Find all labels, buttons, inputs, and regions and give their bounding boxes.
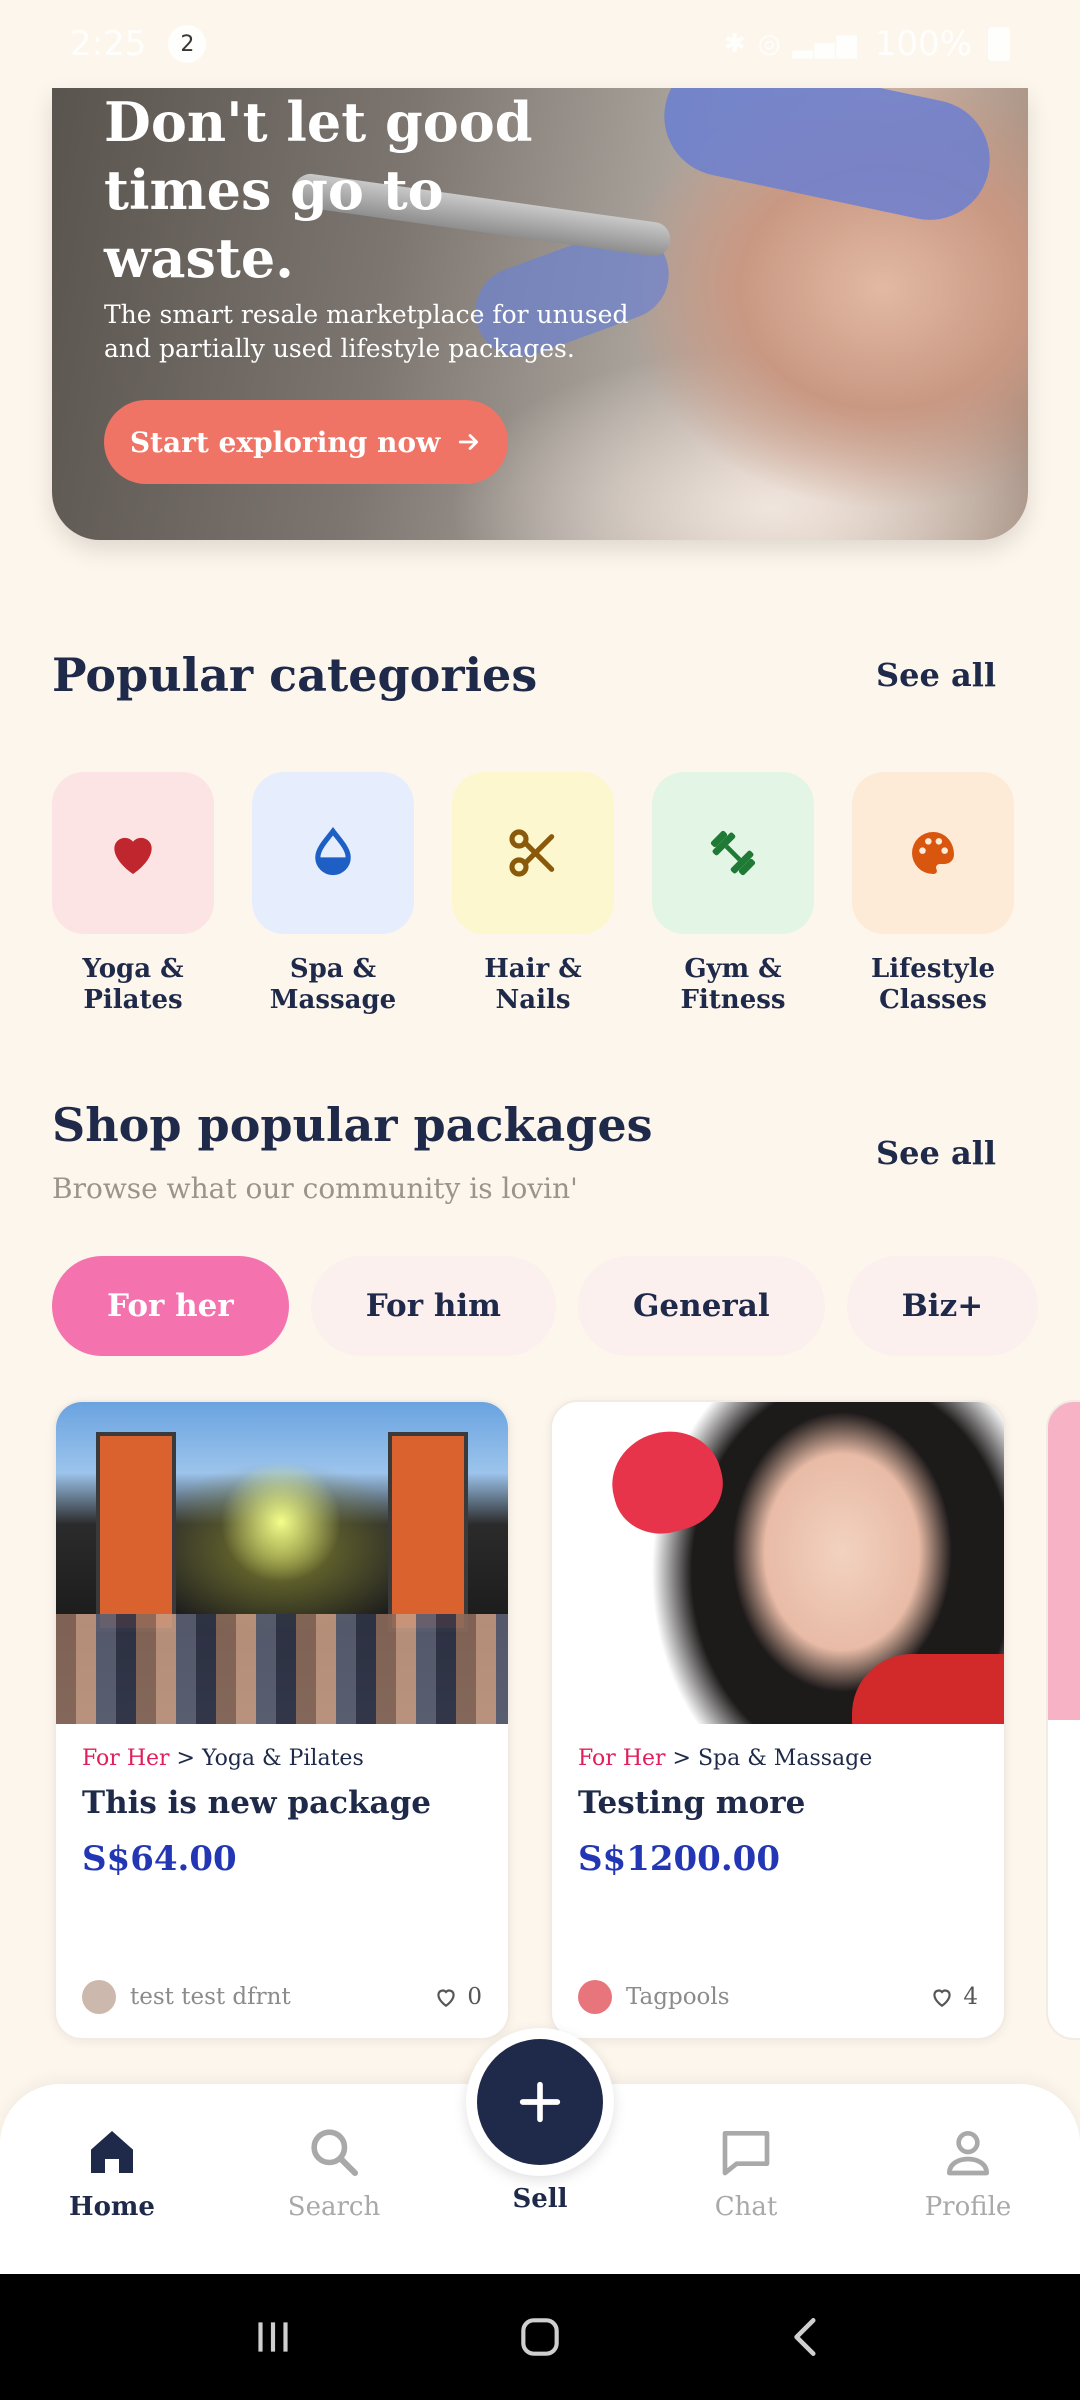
start-exploring-button[interactable]: Start exploring now bbox=[104, 400, 508, 484]
search-icon bbox=[311, 2129, 359, 2177]
category-tile[interactable] bbox=[652, 772, 814, 934]
red-dress bbox=[852, 1654, 1004, 1724]
nav-profile-label: Profile bbox=[924, 2192, 1012, 2222]
nav-home[interactable]: Home bbox=[32, 2124, 192, 2222]
hero-banner: Don't let good times go to waste. The sm… bbox=[52, 88, 1028, 540]
like-button[interactable]: 4 bbox=[929, 1984, 978, 2010]
start-exploring-label: Start exploring now bbox=[129, 425, 441, 459]
battery-icon bbox=[988, 27, 1010, 61]
hero-subtitle: The smart resale marketplace for unused … bbox=[104, 300, 629, 363]
back-icon[interactable] bbox=[782, 2312, 832, 2362]
category-label: Lifestyle Classes bbox=[870, 954, 996, 1015]
filter-tab-biz-plus[interactable]: Biz+ bbox=[846, 1256, 1039, 1356]
category-tile[interactable] bbox=[452, 772, 614, 934]
category-list: Yoga & Pilates Spa & Massage Hair & Nail… bbox=[52, 772, 1014, 1016]
palette-icon bbox=[912, 832, 954, 874]
package-category: For Her bbox=[82, 1746, 170, 1771]
nav-search-label: Search bbox=[287, 2192, 381, 2222]
seller-avatar bbox=[82, 1980, 116, 2014]
nav-profile[interactable]: Profile bbox=[888, 2124, 1048, 2222]
nav-search[interactable]: Search bbox=[254, 2124, 414, 2222]
categories-see-all-link[interactable]: See all bbox=[876, 656, 996, 694]
plus-icon bbox=[519, 2081, 561, 2123]
package-card[interactable]: For Her > Spa & Massage Testing more S$1… bbox=[550, 1400, 1006, 2040]
arrow-right-icon bbox=[459, 434, 479, 450]
sell-label: Sell bbox=[512, 2184, 568, 2214]
heart-sign bbox=[600, 1419, 734, 1545]
heart-outline-icon bbox=[437, 1989, 456, 2007]
category-tile[interactable] bbox=[52, 772, 214, 934]
sell-button[interactable] bbox=[466, 2028, 614, 2176]
nav-home-label: Home bbox=[69, 2192, 155, 2222]
package-image bbox=[56, 1402, 508, 1724]
home-icon bbox=[91, 2131, 133, 2173]
stage-tower bbox=[388, 1432, 468, 1632]
package-title: Testing more bbox=[578, 1785, 806, 1821]
status-bar: 2:25 2 ✱ ◎ ▂▄▆ 100% bbox=[0, 0, 1080, 88]
package-image bbox=[552, 1402, 1004, 1724]
package-filter-tabs: For her For him General Biz+ bbox=[52, 1256, 1039, 1356]
heart-outline-icon bbox=[933, 1989, 952, 2007]
stage-tower bbox=[96, 1432, 176, 1632]
category-lifestyle-classes[interactable]: Lifestyle Classes bbox=[852, 772, 1014, 1016]
like-count: 4 bbox=[963, 1984, 978, 2010]
category-gym-fitness[interactable]: Gym & Fitness bbox=[652, 772, 814, 1016]
crowd bbox=[56, 1614, 508, 1724]
water-drop-icon bbox=[315, 827, 351, 876]
chat-icon bbox=[722, 2131, 770, 2176]
category-hair-nails[interactable]: Hair & Nails bbox=[452, 772, 614, 1016]
profile-icon bbox=[947, 2131, 989, 2176]
like-count: 0 bbox=[467, 1984, 482, 2010]
notification-count-badge: 2 bbox=[168, 25, 207, 63]
scissors-icon bbox=[509, 829, 555, 877]
filter-tab-for-her[interactable]: For her bbox=[52, 1256, 289, 1356]
category-label: Hair & Nails bbox=[484, 954, 582, 1015]
packages-see-all-link[interactable]: See all bbox=[876, 1134, 996, 1172]
signal-icon: ✱ ◎ ▂▄▆ bbox=[723, 29, 859, 59]
package-category: For Her bbox=[578, 1746, 666, 1771]
package-subcategory: > Spa & Massage bbox=[665, 1746, 873, 1771]
package-price: S$1200.00 bbox=[578, 1839, 780, 1879]
popular-categories-title: Popular categories bbox=[52, 648, 538, 702]
seller-name: Tagpools bbox=[626, 1984, 730, 2010]
package-card[interactable]: For Her > Yoga & Pilates This is new pac… bbox=[54, 1400, 510, 2040]
category-label: Spa & Massage bbox=[269, 954, 397, 1015]
seller-avatar bbox=[578, 1980, 612, 2014]
dumbbell-icon bbox=[710, 830, 756, 876]
hero-image-glove bbox=[653, 88, 1001, 231]
system-navigation-bar bbox=[0, 2274, 1080, 2400]
filter-tab-for-him[interactable]: For him bbox=[310, 1256, 556, 1356]
popular-packages-subtitle: Browse what our community is lovin' bbox=[52, 1172, 578, 1205]
package-category-breadcrumb: For Her > Spa & Massage bbox=[578, 1746, 978, 1771]
category-tile[interactable] bbox=[852, 772, 1014, 934]
category-spa-massage[interactable]: Spa & Massage bbox=[252, 772, 414, 1016]
like-button[interactable]: 0 bbox=[433, 1984, 482, 2010]
status-time: 2:25 bbox=[70, 24, 147, 64]
popular-packages-title: Shop popular packages bbox=[52, 1098, 653, 1152]
package-category-breadcrumb: For Her > Yoga & Pilates bbox=[82, 1746, 482, 1771]
category-label: Gym & Fitness bbox=[680, 954, 786, 1015]
hero-title: Don't let good times go to waste. bbox=[104, 90, 533, 290]
recent-apps-icon[interactable] bbox=[248, 2312, 298, 2362]
category-yoga-pilates[interactable]: Yoga & Pilates bbox=[52, 772, 214, 1016]
package-subcategory: > Yoga & Pilates bbox=[169, 1746, 364, 1771]
nav-chat[interactable]: Chat bbox=[666, 2124, 826, 2222]
package-card-peek[interactable] bbox=[1046, 1400, 1080, 2040]
category-tile[interactable] bbox=[252, 772, 414, 934]
filter-tab-general[interactable]: General bbox=[577, 1256, 825, 1356]
battery-level: 100% bbox=[874, 24, 972, 64]
package-title: This is new package bbox=[82, 1785, 431, 1821]
category-label: Yoga & Pilates bbox=[82, 954, 184, 1015]
package-price: S$64.00 bbox=[82, 1839, 237, 1879]
home-button-icon[interactable] bbox=[515, 2312, 565, 2362]
nav-chat-label: Chat bbox=[714, 2192, 778, 2222]
heart-icon bbox=[114, 837, 152, 874]
seller-name: test test dfrnt bbox=[130, 1984, 291, 2010]
